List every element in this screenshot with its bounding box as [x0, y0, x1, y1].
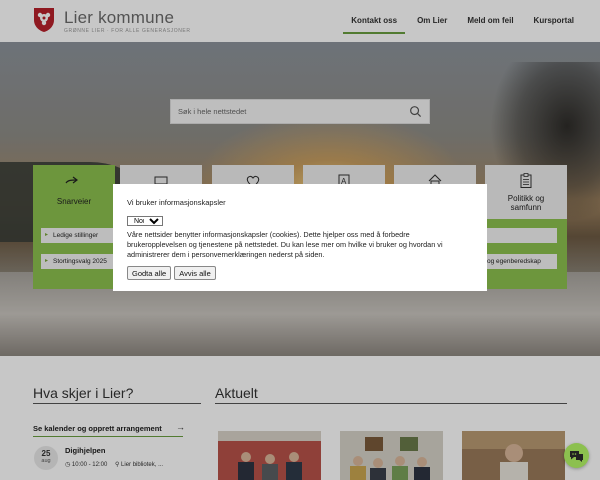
- chat-button[interactable]: [564, 443, 589, 468]
- cookie-title: Vi bruker informasjonskapsler: [127, 198, 226, 207]
- chat-icon: [570, 451, 583, 462]
- language-select[interactable]: Norsk: [127, 216, 163, 226]
- cookie-buttons: Godta alle Avvis alle: [127, 266, 473, 280]
- cookie-overlay: Vi bruker informasjonskapsler Norsk Våre…: [0, 0, 600, 480]
- cookie-text: Våre nettsider benytter informasjonskaps…: [127, 230, 443, 259]
- accept-all-button[interactable]: Godta alle: [127, 266, 172, 280]
- reject-all-button[interactable]: Avvis alle: [174, 266, 216, 280]
- cookie-dialog: Vi bruker informasjonskapsler Norsk Våre…: [113, 184, 487, 291]
